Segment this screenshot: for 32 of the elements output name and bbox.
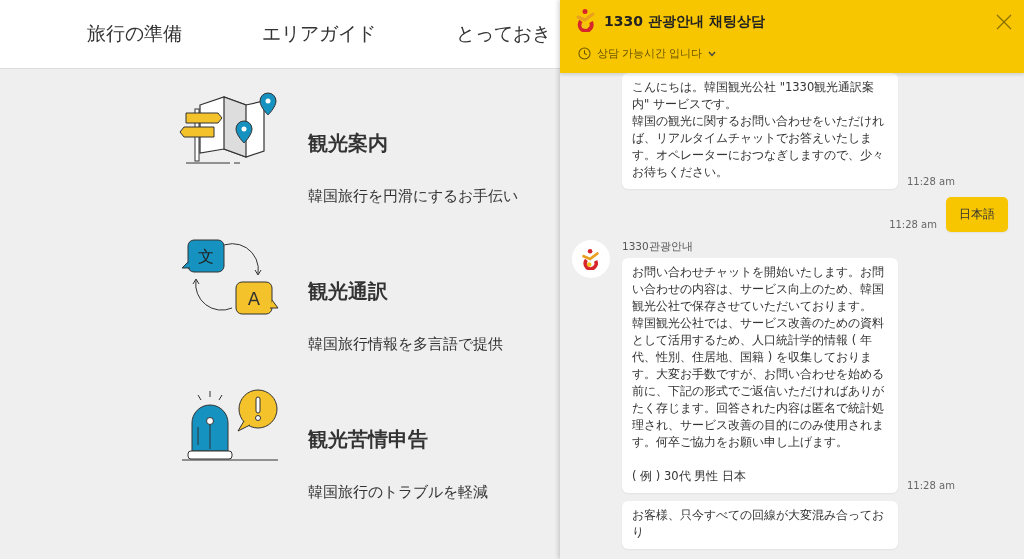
message-text: こんにちは。韓国観光公社 "1330観光通訳案内" サービスです。 <box>632 79 876 113</box>
service-title: 観光通訳 <box>308 277 389 305</box>
cycle-arrow-icon <box>192 278 233 311</box>
nav-link[interactable]: エリアガイド <box>262 21 376 47</box>
nav-link[interactable]: とっておき <box>456 21 551 47</box>
close-icon <box>996 14 1012 30</box>
chat-title: 1330 관광안내 채팅상담 <box>604 13 766 31</box>
message-time: 11:28 am <box>907 176 955 187</box>
service-description: 韓国旅行を円滑にするお手伝い <box>308 186 519 206</box>
message-text: お問い合わせチャットを開始いたします。お問い合わせの内容は、サービス向上のため、韓国観光公社で保存させていただいております。 <box>632 264 885 315</box>
close-button[interactable] <box>996 14 1012 30</box>
chevron-down-icon <box>708 50 717 57</box>
speech-bubble-icon <box>235 281 279 315</box>
nav-link[interactable]: 旅行の準備 <box>87 21 182 47</box>
message-text: 韓国の観光に関するお問い合わせをいただければ、リアルタイムチャットでお答えいたします。オペレーターにおつなぎしますので、少々お待ちください。 <box>632 113 885 181</box>
agent-avatar <box>572 240 610 278</box>
service-title: 観光案内 <box>308 129 389 157</box>
icon-letter: 文 <box>198 247 214 266</box>
service-title: 観光苦情申告 <box>308 425 429 453</box>
message-time: 11:28 am <box>889 219 937 230</box>
message-text: 韓国観光公社では、サービス改善のための資料として活用するため、人口統計学的情報 ( 年代、性別、住居地、国籍 ) を収集しております。大変お手数ですが、お問い合わせを始める前に、下記の形式でご返信いただければありがたく存じます。回答された内容は匿名で統計処理され、サービス改善の目的にのみ使用されます。何卒ご協力をお願い申し上げます。 <box>632 315 885 451</box>
message-time: 11:28 am <box>907 480 955 491</box>
speech-bubble-icon <box>181 239 225 273</box>
sender-name: 1330관광안내 <box>622 240 694 254</box>
message-text: 日本語 <box>959 206 995 223</box>
clock-icon <box>578 47 591 60</box>
service-description: 韓国旅行情報を多言語で提供 <box>308 334 504 354</box>
icon-letter: A <box>247 288 261 309</box>
availability-dropdown[interactable]: 상담 가능시간 입니다 <box>574 46 1012 61</box>
message-text: お客様、只今すべての回線が大変混み合っており <box>632 507 885 541</box>
service-description: 韓国旅行のトラブルを軽減 <box>308 482 489 502</box>
message-text: ( 例 ) 30代 男性 日本 <box>632 468 747 485</box>
